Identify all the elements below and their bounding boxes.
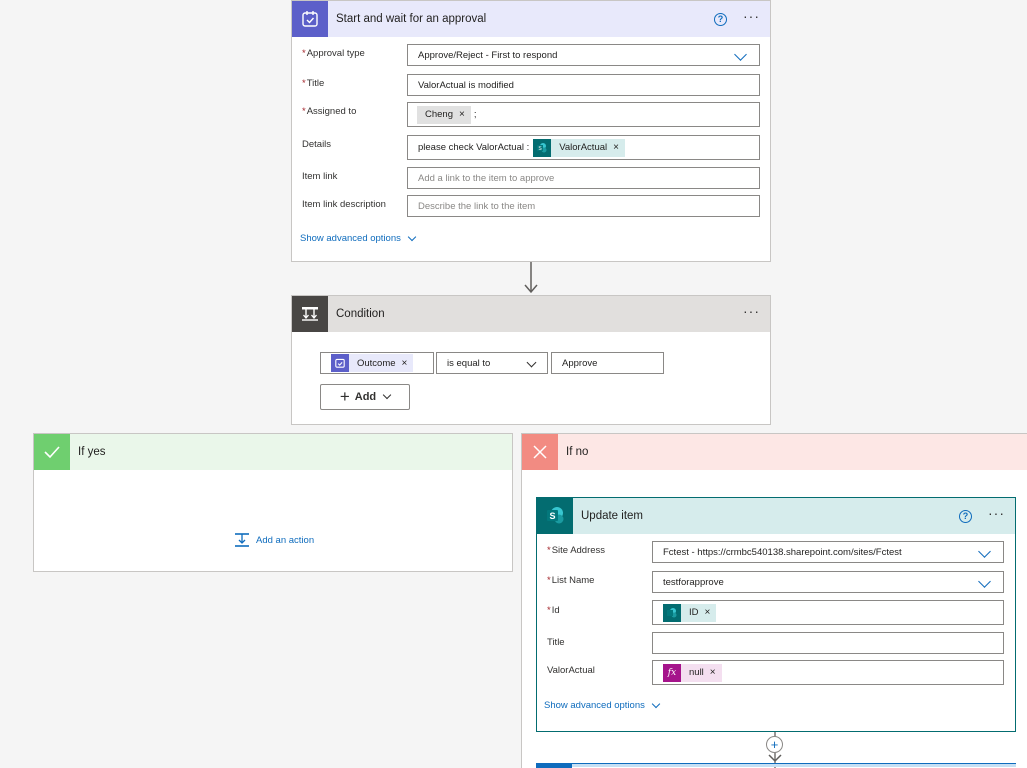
id-token[interactable]: ID × [663,603,717,622]
null-expression-token[interactable]: fx null × [663,663,722,682]
token-close-icon[interactable]: × [705,607,711,618]
token-close-icon[interactable]: × [710,667,716,678]
add-button-label: Add [354,391,377,403]
checkmark-icon [34,434,70,470]
list-name-label: *List Name [547,575,595,586]
item-link-label: Item link [302,171,338,182]
approval-title: Start and wait for an approval [336,13,487,25]
add-condition-button[interactable]: + Add [320,384,410,410]
if-no-header[interactable]: If no [522,434,1027,470]
help-icon[interactable]: ? [959,509,972,523]
assigned-to-label: *Assigned to [302,106,357,117]
show-advanced-options-link[interactable]: Show advanced options [300,232,417,244]
next-action-icon [536,764,572,768]
help-icon[interactable]: ? [714,12,727,26]
list-name-dropdown[interactable]: testforapprove [652,571,1004,593]
condition-card[interactable]: Condition ··· Outcome × is equal to Appr… [291,295,771,425]
more-options-icon[interactable]: ··· [743,9,760,23]
title-input[interactable]: ValorActual is modified [407,74,760,96]
if-yes-branch[interactable]: If yes Add an action [33,433,513,572]
site-address-label: *Site Address [547,545,606,556]
approval-type-dropdown[interactable]: Approve/Reject - First to respond [407,44,760,66]
approval-icon [331,354,349,372]
title-label: *Title [302,78,325,89]
condition-operator-dropdown[interactable]: is equal to [436,352,548,374]
approval-card-header[interactable]: Start and wait for an approval ? ··· [292,1,770,37]
insert-step-plus-icon[interactable]: + [766,736,783,753]
token-close-icon[interactable]: × [613,142,619,153]
update-item-title: Update item [581,510,644,522]
id-input[interactable]: ID × [652,600,1004,625]
token-close-icon[interactable]: × [402,358,408,369]
chevron-down-icon [978,545,991,558]
sharepoint-icon: S [537,498,573,534]
chevron-down-icon [978,575,991,588]
condition-right-operand[interactable]: Approve [551,352,664,374]
condition-icon [292,296,328,332]
chevron-down-icon [734,48,747,61]
show-advanced-options-link[interactable]: Show advanced options [544,699,661,711]
assigned-to-input[interactable]: Cheng × ; [407,102,760,127]
close-icon [522,434,558,470]
update-item-header[interactable]: S Update item ? ··· [537,498,1015,534]
if-no-branch[interactable]: If no S Update item ? ··· *Site Address … [521,433,1027,768]
chevron-down-icon [407,232,417,241]
assignee-token[interactable]: Cheng × [417,105,471,124]
title-label: Title [547,637,565,648]
more-options-icon[interactable]: ··· [988,506,1005,520]
chevron-down-icon [526,357,537,368]
id-label: *Id [547,605,560,616]
more-options-icon[interactable]: ··· [743,304,760,318]
title-input[interactable] [652,632,1004,654]
sharepoint-icon [663,603,681,622]
fx-icon: fx [663,663,681,682]
condition-card-header[interactable]: Condition ··· [292,296,770,332]
condition-left-operand[interactable]: Outcome × [320,352,434,374]
chevron-down-icon [651,699,661,708]
chevron-down-icon [382,390,392,400]
condition-title: Condition [336,308,385,320]
if-no-title: If no [566,446,589,458]
valoractual-token[interactable]: S ValorActual × [533,138,625,157]
outcome-token[interactable]: Outcome × [331,354,414,372]
details-label: Details [302,139,332,150]
approval-type-label: *Approval type [302,48,365,59]
if-yes-header[interactable]: If yes [34,434,512,470]
plus-icon: + [339,387,350,406]
add-an-action-link[interactable]: Add an action [234,532,314,548]
update-item-card[interactable]: S Update item ? ··· *Site Address Fctest… [536,497,1016,732]
item-link-input[interactable]: Add a link to the item to approve [407,167,760,189]
token-close-icon[interactable]: × [459,109,465,120]
details-input[interactable]: please check ValorActual : S ValorActual… [407,135,760,160]
valoractual-input[interactable]: fx null × [652,660,1004,685]
if-yes-title: If yes [78,446,106,458]
connector-arrow [524,262,538,294]
item-link-description-input[interactable]: Describe the link to the item [407,195,760,217]
site-address-dropdown[interactable]: Fctest - https://crmbc540138.sharepoint.… [652,541,1004,563]
valoractual-label: ValorActual [547,665,595,676]
approval-icon [292,1,328,37]
add-action-icon [234,532,250,548]
item-link-description-label: Item link description [302,199,386,210]
svg-text:S: S [549,511,555,521]
sharepoint-icon: S [533,138,552,157]
next-action-card-edge[interactable] [536,763,1016,768]
approval-action-card[interactable]: Start and wait for an approval ? ··· *Ap… [291,0,771,262]
